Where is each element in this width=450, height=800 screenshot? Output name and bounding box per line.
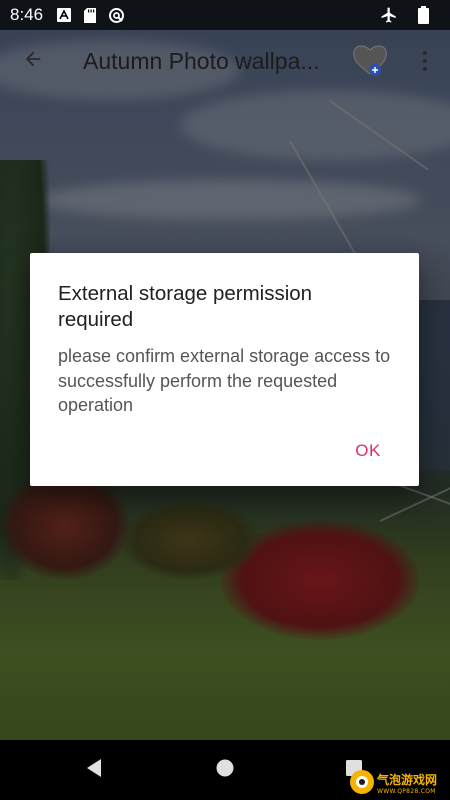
more-options-button[interactable]: [410, 44, 440, 78]
nav-back-button[interactable]: [74, 750, 114, 790]
heart-icon: [350, 45, 390, 84]
favorite-button[interactable]: [350, 40, 390, 80]
app-bar: Autumn Photo wallpa...: [0, 30, 450, 92]
nav-home-button[interactable]: [205, 750, 245, 790]
more-vert-icon: [423, 51, 427, 71]
dialog-message: please confirm external storage access t…: [58, 346, 391, 415]
battery-icon: [414, 6, 432, 24]
dialog-title: External storage permission required: [58, 282, 313, 331]
back-button[interactable]: [5, 33, 61, 89]
ok-button[interactable]: OK: [340, 433, 396, 469]
font-icon: [55, 6, 73, 24]
watermark-logo-icon: [350, 770, 374, 794]
app-title: Autumn Photo wallpa...: [83, 47, 320, 74]
status-time: 8:46: [10, 5, 44, 24]
permission-dialog: External storage permission required ple…: [30, 253, 419, 486]
home-circle-icon: [215, 758, 235, 782]
sync-icon: [107, 6, 125, 24]
status-bar: 8:46: [0, 0, 450, 30]
watermark: 气泡游戏网 WWW.QP828.COM: [350, 768, 446, 796]
watermark-text: 气泡游戏网 WWW.QP828.COM: [377, 773, 438, 795]
sd-card-icon: [81, 6, 99, 24]
airplane-mode-icon: [380, 6, 398, 24]
arrow-left-icon: [22, 48, 44, 74]
back-triangle-icon: [85, 758, 103, 782]
